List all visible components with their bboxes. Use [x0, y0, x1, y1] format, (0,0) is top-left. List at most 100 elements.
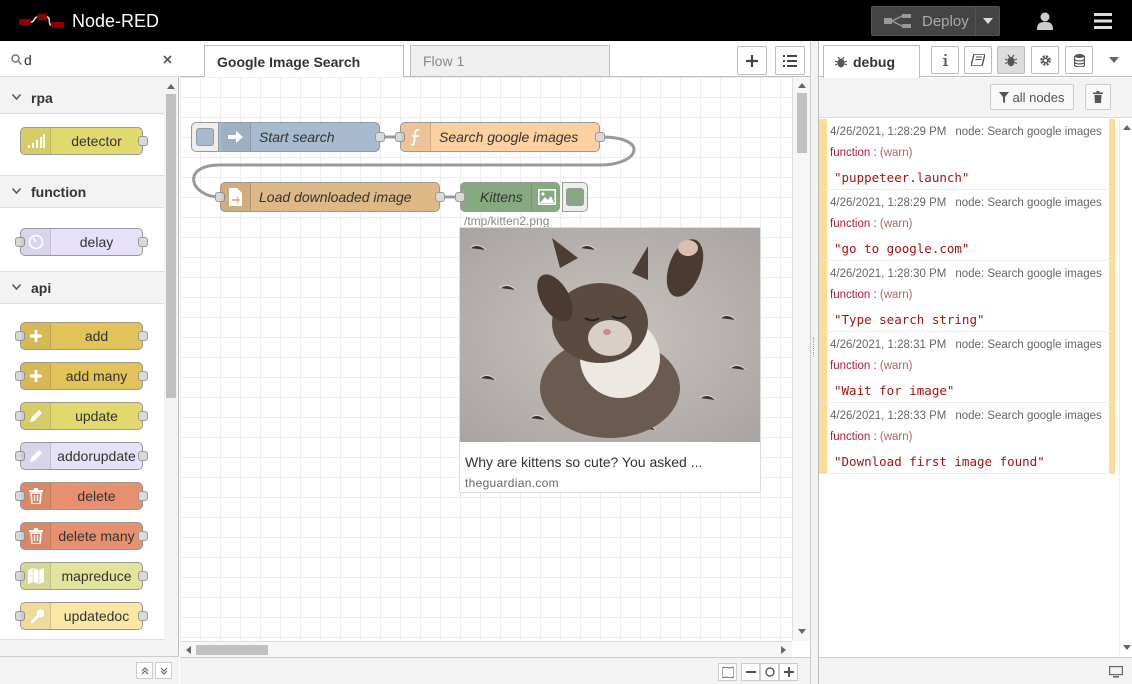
- filter-all-nodes-button[interactable]: all nodes: [990, 84, 1074, 110]
- output-port: [375, 132, 385, 142]
- clear-search-icon[interactable]: [163, 55, 172, 64]
- message-node[interactable]: node: Search google images: [955, 197, 1101, 209]
- palette-node-delete[interactable]: delete: [15, 482, 148, 510]
- tab-debug[interactable]: debug: [823, 45, 920, 78]
- palette-node-delay[interactable]: delay: [15, 228, 148, 256]
- tab-flow-1[interactable]: Flow 1: [410, 45, 610, 76]
- open-debug-window-button[interactable]: [1107, 663, 1125, 680]
- message-node[interactable]: node: Search google images: [955, 126, 1101, 138]
- debug-message[interactable]: 4/26/2021, 1:28:29 PM node: Search google…: [819, 190, 1115, 261]
- palette-scrollbar-thumb[interactable]: [166, 94, 176, 398]
- palette-search: [0, 41, 179, 77]
- deploy-button[interactable]: Deploy: [871, 6, 1000, 36]
- scroll-up-icon: [798, 83, 806, 88]
- zoom-in-button[interactable]: [779, 663, 798, 681]
- expand-all-button[interactable]: [155, 662, 172, 679]
- scroll-up-icon: [167, 84, 175, 89]
- debug-scrollbar[interactable]: [1119, 119, 1132, 657]
- palette-category-rpa[interactable]: rpa: [0, 82, 164, 114]
- palette-node-label: delay: [79, 234, 114, 250]
- output-port: [138, 411, 148, 421]
- tab-context[interactable]: [1065, 46, 1093, 74]
- output-port: [138, 237, 148, 247]
- flow-node-kittens[interactable]: Kittens: [455, 182, 588, 212]
- output-port: [138, 451, 148, 461]
- flow-node-label: Search google images: [439, 129, 579, 145]
- image-preview-card[interactable]: Why are kittens so cute? You asked ... t…: [459, 227, 761, 493]
- sidebar-footer: [819, 657, 1132, 684]
- output-port: [138, 371, 148, 381]
- flow-node-load-downloaded-image[interactable]: Load downloaded image: [215, 182, 445, 212]
- trash-icon: [21, 483, 51, 509]
- tab-label: Flow 1: [423, 53, 465, 69]
- kitten-photo: [460, 228, 760, 442]
- debug-message[interactable]: 4/26/2021, 1:28:29 PM node: Search google…: [819, 119, 1115, 190]
- timer-icon: [21, 229, 51, 255]
- category-label: api: [31, 279, 52, 296]
- message-node[interactable]: node: Search google images: [955, 268, 1101, 280]
- palette-node-delete-many[interactable]: delete many: [15, 522, 148, 550]
- debug-message[interactable]: 4/26/2021, 1:28:31 PM node: Search google…: [819, 332, 1115, 403]
- image-source: theguardian.com: [465, 476, 559, 490]
- sidebar-menu-caret[interactable]: [1103, 46, 1125, 74]
- database-icon: [1073, 53, 1085, 67]
- palette-search-input[interactable]: [24, 51, 154, 69]
- canvas-hscroll-thumb[interactable]: [196, 645, 268, 655]
- palette-node-add-many[interactable]: add many: [15, 362, 148, 390]
- palette-node-updatedoc[interactable]: updatedoc: [15, 602, 148, 630]
- tab-google-image-search[interactable]: Google Image Search: [204, 45, 404, 78]
- message-node[interactable]: node: Search google images: [955, 410, 1101, 422]
- workspace-footer: [180, 657, 810, 684]
- chevron-down-icon: [11, 282, 24, 293]
- clear-messages-button[interactable]: [1085, 84, 1111, 110]
- debug-message[interactable]: 4/26/2021, 1:28:30 PM node: Search google…: [819, 261, 1115, 332]
- navigator-button[interactable]: [718, 663, 737, 681]
- zoom-reset-button[interactable]: [760, 663, 779, 681]
- tab-help[interactable]: [964, 46, 992, 74]
- canvas-vertical-scrollbar[interactable]: [792, 77, 810, 641]
- add-flow-button[interactable]: [737, 46, 767, 75]
- tab-config[interactable]: [1031, 46, 1059, 74]
- message-topic: function :: [830, 147, 880, 159]
- tab-debug-icon[interactable]: [997, 46, 1025, 74]
- flow-node-search-google-images[interactable]: Search google images: [395, 122, 605, 152]
- filter-icon: [999, 91, 1010, 103]
- palette-node-mapreduce[interactable]: mapreduce: [15, 562, 148, 590]
- category-body-function: delay: [0, 208, 164, 272]
- tab-info[interactable]: [931, 46, 959, 74]
- message-node[interactable]: node: Search google images: [955, 339, 1101, 351]
- deploy-menu-caret[interactable]: [975, 7, 999, 35]
- header-bar: Node-RED Deploy: [0, 0, 1132, 41]
- category-body-api: add add many update addorupdate delete d…: [0, 304, 164, 640]
- main-menu-button[interactable]: [1082, 0, 1123, 41]
- user-menu-button[interactable]: [1024, 0, 1065, 41]
- debug-message[interactable]: 4/26/2021, 1:28:33 PM node: Search google…: [819, 403, 1115, 474]
- book-icon: [971, 54, 985, 66]
- collapse-all-button[interactable]: [136, 662, 153, 679]
- canvas-vscroll-thumb[interactable]: [797, 93, 807, 153]
- palette-scrollbar[interactable]: [164, 82, 178, 684]
- canvas-horizontal-scrollbar[interactable]: [180, 641, 792, 657]
- list-flows-button[interactable]: [775, 46, 805, 75]
- flow-node-start-search[interactable]: Start search: [191, 122, 385, 152]
- flow-canvas[interactable]: Start search Search google images Load d…: [180, 77, 792, 641]
- sidebar-resize-handle[interactable]: [810, 41, 818, 684]
- palette-node-add[interactable]: add: [15, 322, 148, 350]
- message-level: (warn): [879, 147, 913, 159]
- palette-category-function[interactable]: function: [0, 176, 164, 208]
- output-port: [138, 531, 148, 541]
- image-caption: Why are kittens so cute? You asked ...: [465, 454, 703, 470]
- palette-category-api[interactable]: api: [0, 272, 164, 304]
- palette-node-update[interactable]: update: [15, 402, 148, 430]
- message-timestamp: 4/26/2021, 1:28:33 PM: [830, 410, 947, 422]
- palette-node-addorupdate[interactable]: addorupdate: [15, 442, 148, 470]
- palette-node-detector[interactable]: detector: [20, 127, 148, 155]
- zoom-out-button[interactable]: [741, 663, 760, 681]
- inject-trigger-button[interactable]: [191, 122, 219, 152]
- message-level: (warn): [879, 218, 913, 230]
- message-level: (warn): [879, 431, 913, 443]
- wrench-icon: [21, 603, 51, 629]
- app-logo: Node-RED: [18, 8, 159, 34]
- node-enable-toggle[interactable]: [562, 182, 588, 212]
- scroll-right-icon: [781, 646, 786, 654]
